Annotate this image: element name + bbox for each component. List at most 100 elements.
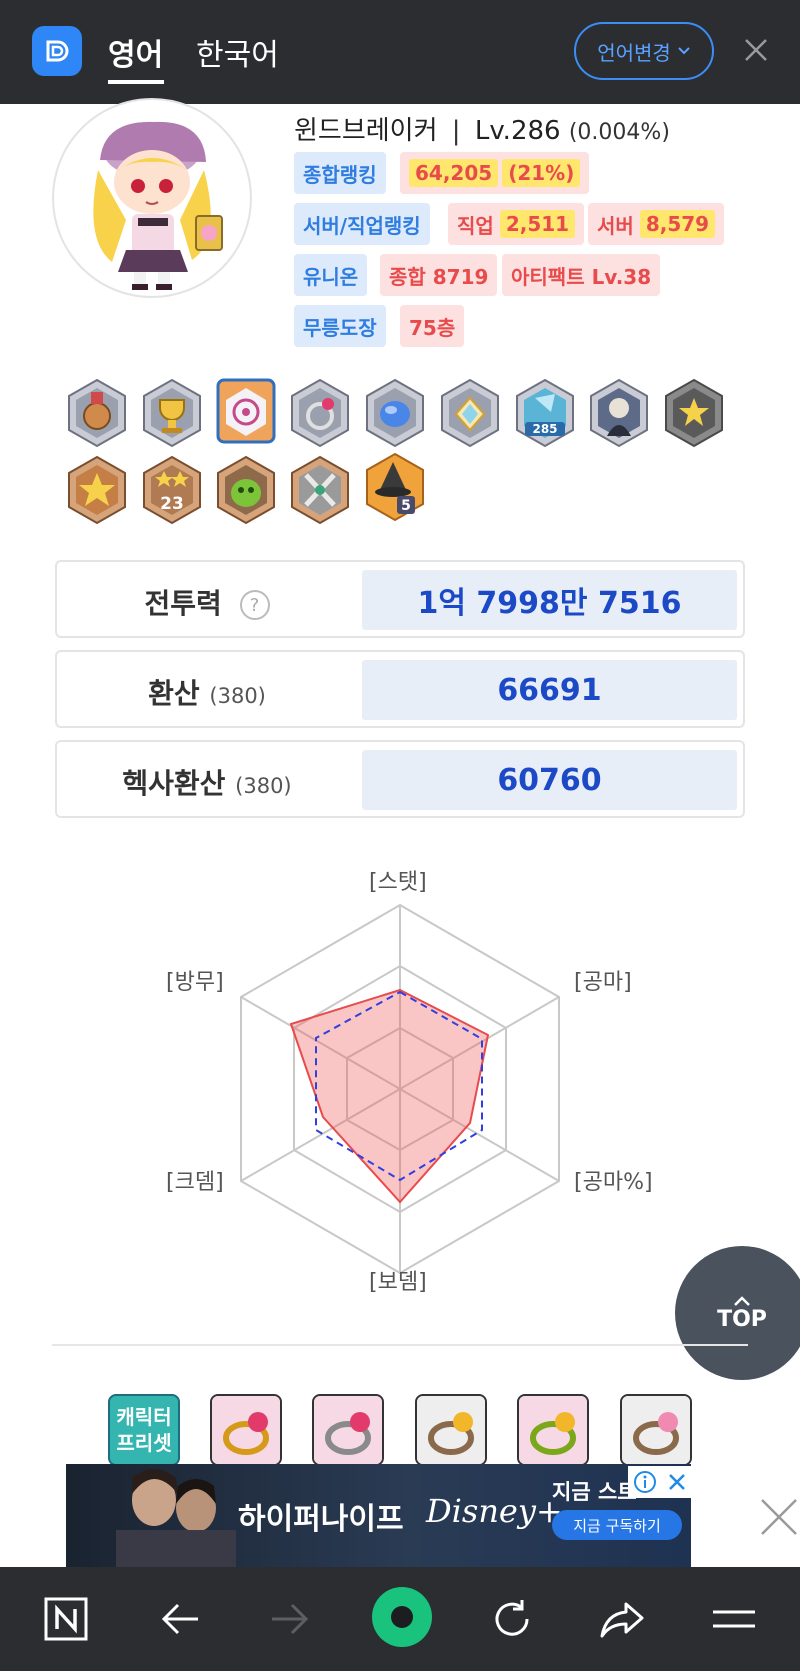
target-emblem-icon[interactable] xyxy=(214,376,278,446)
job-ranking-badge: 직업 2,511 xyxy=(448,203,585,245)
radar-svg xyxy=(240,903,560,1275)
overall-ranking-label[interactable]: 종합랭킹 xyxy=(294,152,386,194)
star-medal-icon[interactable] xyxy=(65,455,129,525)
hexa-conversion-value: 60760 xyxy=(362,750,737,810)
blue-orb-icon[interactable] xyxy=(363,378,427,448)
union-label[interactable]: 유니온 xyxy=(294,254,368,296)
bronze-medal-icon[interactable] xyxy=(65,378,129,448)
conversion-value: 66691 xyxy=(362,660,737,720)
close-icon[interactable] xyxy=(740,34,772,66)
hexa-conversion-label: 헥사환산 xyxy=(122,767,226,800)
active-tab-indicator xyxy=(108,80,164,84)
crossed-swords-icon[interactable] xyxy=(288,455,352,525)
change-language-label: 언어변경 xyxy=(597,40,671,65)
artifact-level: 아티팩트 Lv.38 xyxy=(502,254,661,296)
job-rank-value: 2,511 xyxy=(499,210,576,238)
silver-pink-ring-icon[interactable] xyxy=(620,1394,692,1466)
combat-power-box: 전투력 ? 1억 7998만 7516 xyxy=(55,560,745,638)
scroll-top-label: TOP xyxy=(717,1306,767,1332)
hexa-conversion-box: 헥사환산 (380) 60760 xyxy=(55,740,745,818)
conversion-level: (380) xyxy=(209,684,266,708)
badge-285-text: 285 xyxy=(532,422,557,436)
help-icon[interactable]: ? xyxy=(239,590,270,620)
ad-subscribe-button[interactable]: 지금 구독하기 xyxy=(552,1510,682,1540)
radar-label-stat: [스탯] xyxy=(369,870,427,895)
level-23-badge-icon[interactable]: 23 xyxy=(140,455,204,525)
radar-label-attack: [공마] xyxy=(574,970,632,995)
ad-info-controls[interactable] xyxy=(628,1466,692,1498)
combat-power-value: 1억 7998만 7516 xyxy=(362,570,737,630)
close-ad-icon[interactable] xyxy=(758,1496,800,1538)
section-divider xyxy=(52,1344,748,1346)
server-job-ranking-label[interactable]: 서버/직업랭킹 xyxy=(294,203,430,245)
overall-ranking-percent: (21%) xyxy=(502,159,581,187)
dojo-floor: 75층 xyxy=(400,305,465,347)
chevron-up-icon xyxy=(734,1295,750,1306)
shadow-character-icon[interactable] xyxy=(587,378,651,448)
badge-23-text: 23 xyxy=(160,494,184,514)
naver-home-button[interactable] xyxy=(38,1591,94,1647)
overall-ranking-badge: 64,205 (21%) xyxy=(400,152,590,194)
green-circle-icon xyxy=(372,1587,432,1647)
combat-power-label: 전투력 xyxy=(144,587,222,620)
gold-topaz-ring-icon[interactable] xyxy=(415,1394,487,1466)
ad-people-image xyxy=(116,1469,236,1568)
dark-star-medal-icon[interactable] xyxy=(662,378,726,448)
diamond-crest-icon[interactable] xyxy=(438,378,502,448)
character-level: Lv.286 xyxy=(474,116,561,146)
radar-label-crit: [크뎀] xyxy=(166,1170,224,1195)
hexa-conversion-level: (380) xyxy=(235,774,292,798)
character-preset-button[interactable]: 캐릭터 프리셋 xyxy=(108,1394,180,1466)
change-language-button[interactable]: 언어변경 xyxy=(574,22,714,80)
radar-label-attack-pct: [공마%] xyxy=(574,1170,653,1195)
forward-button[interactable] xyxy=(262,1591,318,1647)
scroll-top-button[interactable]: TOP xyxy=(675,1246,800,1380)
gold-trophy-icon[interactable] xyxy=(140,378,204,448)
server-ranking-badge: 서버 8,579 xyxy=(588,203,725,245)
conversion-box: 환산 (380) 66691 xyxy=(55,650,745,728)
tab-korean[interactable]: 한국어 xyxy=(196,30,279,74)
green-slime-icon[interactable] xyxy=(214,455,278,525)
arrow-right-icon xyxy=(272,1603,309,1635)
ad-close-small-icon[interactable] xyxy=(666,1471,688,1493)
ad-brand: Disney+ xyxy=(426,1492,563,1530)
ad-banner[interactable]: 하이퍼나이프 Disney+ 지금 스트 지금 구독하기 xyxy=(66,1464,691,1568)
chevron-down-icon xyxy=(678,47,690,55)
dojo-label[interactable]: 무릉도장 xyxy=(294,305,386,347)
combat-power-label-wrap: 전투력 ? xyxy=(57,582,357,622)
badge-5-text: 5 xyxy=(401,498,411,514)
back-button[interactable] xyxy=(152,1591,208,1647)
top-bar: 영어 한국어 언어변경 xyxy=(0,0,800,104)
character-avatar xyxy=(52,98,252,298)
green-dot-button[interactable] xyxy=(370,1585,434,1649)
server-rank-value: 8,579 xyxy=(639,210,716,238)
menu-button[interactable] xyxy=(706,1591,762,1647)
hamburger-menu-icon xyxy=(713,1610,755,1628)
silver-ruby-ring-icon[interactable] xyxy=(312,1394,384,1466)
green-gold-ring-icon[interactable] xyxy=(517,1394,589,1466)
app-logo-icon[interactable] xyxy=(32,26,82,76)
gold-ruby-ring-icon[interactable] xyxy=(210,1394,282,1466)
info-icon[interactable] xyxy=(633,1470,657,1494)
share-button[interactable] xyxy=(594,1591,650,1647)
character-title: 윈드브레이커 | Lv.286 (0.004%) xyxy=(294,110,670,147)
tab-english[interactable]: 영어 xyxy=(108,30,163,74)
union-total: 종합 8719 xyxy=(380,254,498,296)
job-rank-label: 직업 xyxy=(457,213,494,238)
wizard-hat-5-icon[interactable]: 5 xyxy=(363,452,427,522)
radar-label-ignore: [방무] xyxy=(166,970,224,995)
server-rank-label: 서버 xyxy=(597,213,634,238)
ruby-ring-icon[interactable] xyxy=(288,378,352,448)
stat-radar-chart: [스탯] [공마] [공마%] [보뎀] [크뎀] [방무] xyxy=(0,840,800,1300)
refresh-button[interactable] xyxy=(484,1591,540,1647)
level-285-badge-icon[interactable]: 285 xyxy=(513,378,577,448)
bottom-navigation xyxy=(0,1567,800,1671)
n-logo-icon xyxy=(44,1597,88,1641)
ad-now-streaming: 지금 스트 xyxy=(552,1480,637,1504)
radar-label-boss: [보뎀] xyxy=(369,1270,427,1295)
job-name: 윈드브레이커 xyxy=(294,116,438,146)
refresh-icon xyxy=(495,1600,529,1636)
ad-title: 하이퍼나이프 xyxy=(238,1502,404,1537)
radar-main-area xyxy=(289,988,490,1204)
separator: | xyxy=(451,116,461,146)
